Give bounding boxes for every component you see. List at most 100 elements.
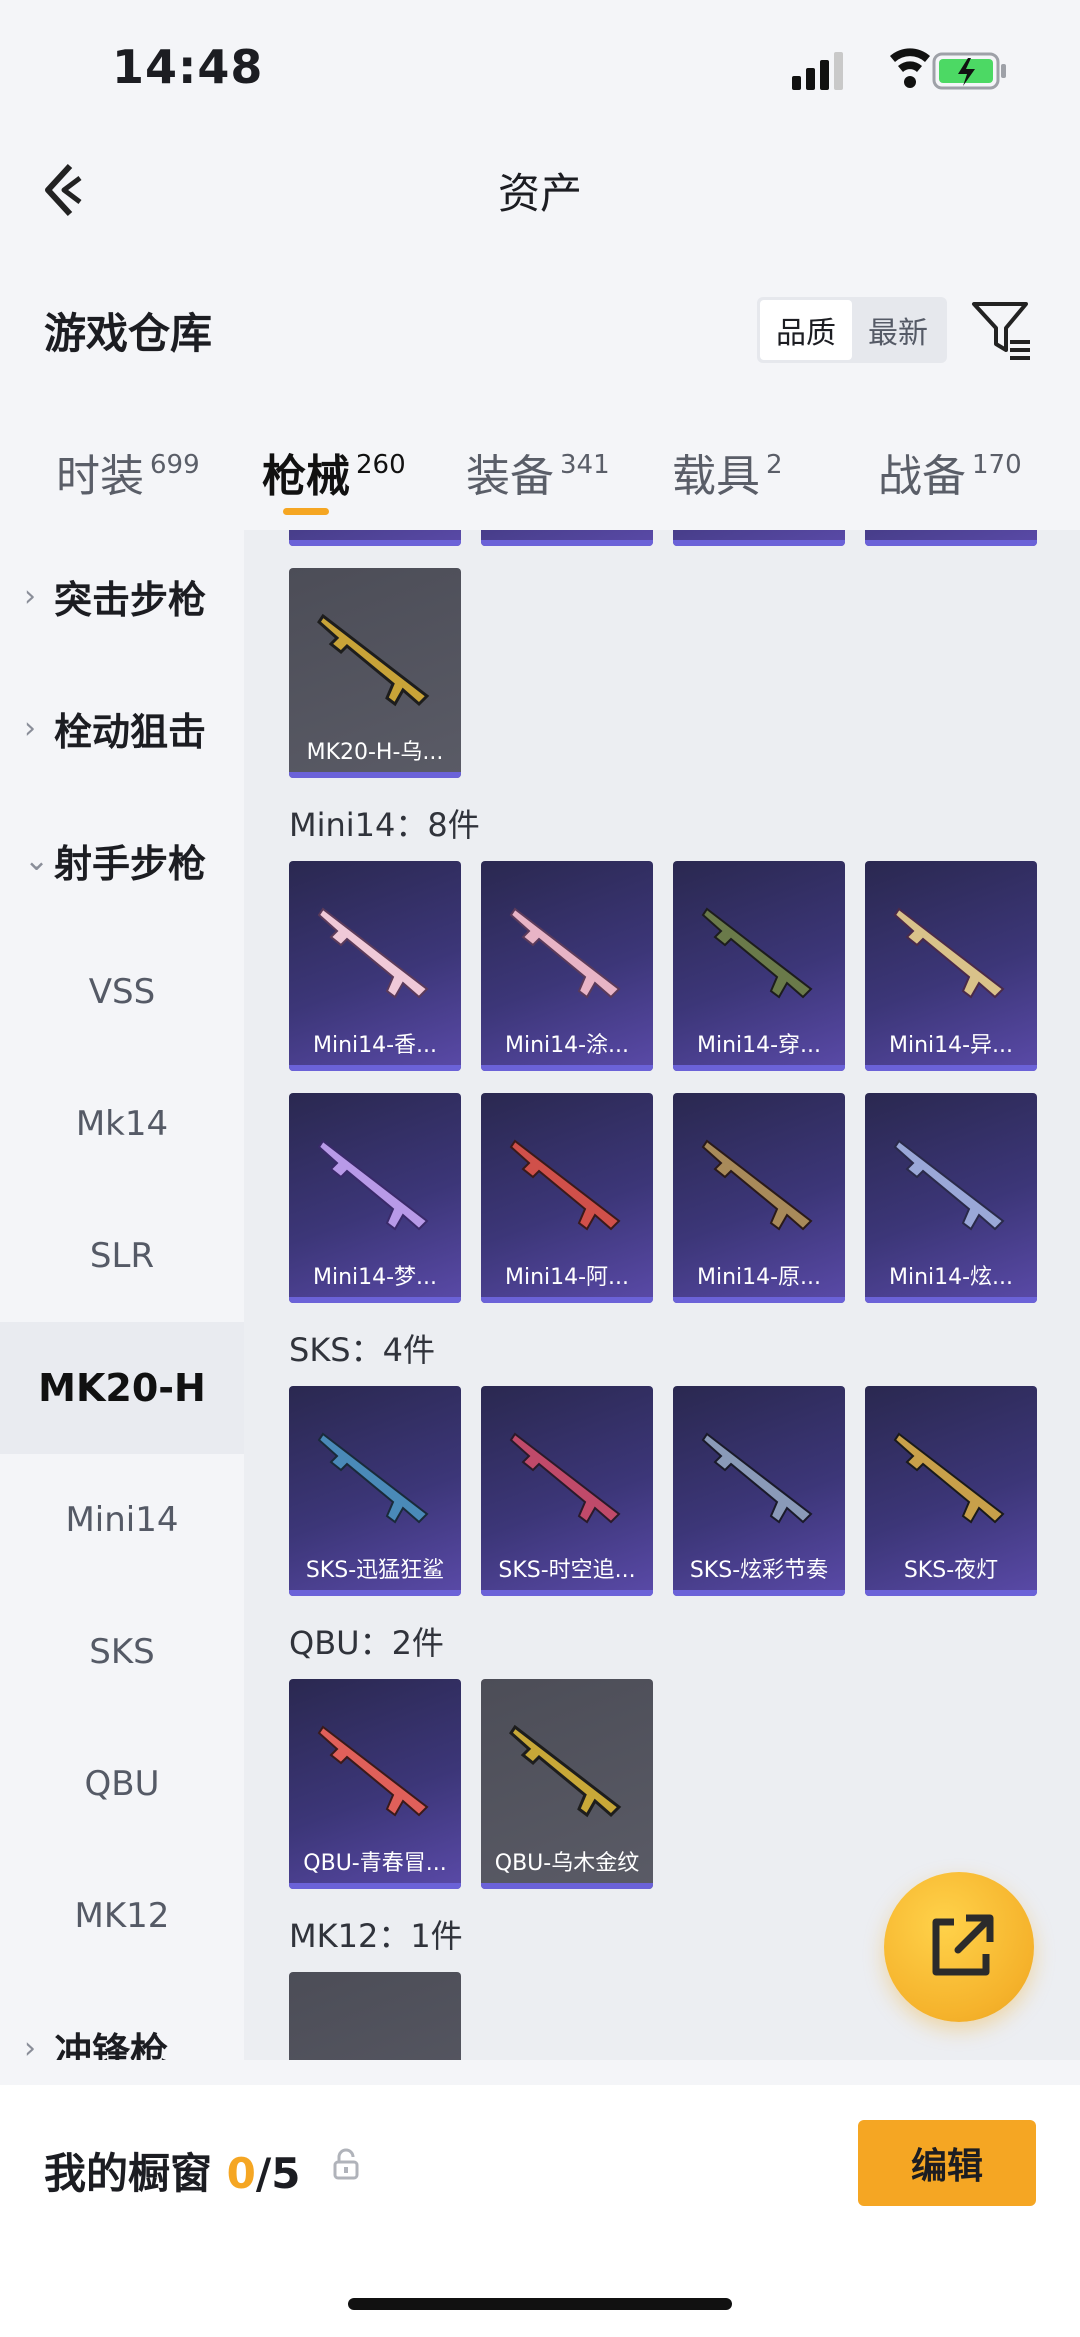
sidebar-category-assault-rifle[interactable]: › 突击步枪 xyxy=(0,530,244,662)
tab-count: 2 xyxy=(766,450,783,480)
weapon-card[interactable]: Mini14-梦... xyxy=(289,1093,461,1303)
sidebar-item-mk14[interactable]: Mk14 xyxy=(0,1058,244,1190)
group-label-qbu: QBU：2件 xyxy=(289,1624,444,1662)
weapon-card[interactable]: Mini14-香... xyxy=(289,861,461,1071)
tab-label: 装备 xyxy=(466,451,554,502)
tab-supplies[interactable]: 战备 170 xyxy=(878,440,1022,504)
weapon-card[interactable]: QBU-乌木金纹 xyxy=(481,1679,653,1889)
weapon-name: QBU-乌木金纹 xyxy=(494,1851,640,1876)
weapon-name: Mini14-原... xyxy=(696,1265,822,1290)
weapon-card-partial[interactable] xyxy=(673,530,845,546)
nav-title: 资产 xyxy=(497,169,582,218)
sort-toggle[interactable]: 品质 最新 xyxy=(757,297,947,363)
sidebar-item-qbu[interactable]: QBU xyxy=(0,1718,244,1850)
rifle-icon xyxy=(317,1139,429,1231)
rifle-icon xyxy=(893,907,1005,999)
wifi-icon xyxy=(890,48,930,88)
filter-icon xyxy=(972,302,1030,360)
rifle-icon xyxy=(893,1432,1005,1524)
sidebar-category-marksman-rifle[interactable]: ⌄ 射手步枪 xyxy=(0,794,244,926)
sidebar-item-mk20h[interactable]: MK20-H xyxy=(0,1322,244,1454)
weapon-name: SKS-时空追... xyxy=(498,1558,636,1583)
weapon-name: Mini14-梦... xyxy=(312,1265,438,1290)
group-label-sks: SKS：4件 xyxy=(289,1331,435,1369)
tab-count: 170 xyxy=(972,450,1022,480)
group-label-mk12: MK12：1件 xyxy=(289,1917,463,1955)
weapon-grid[interactable]: MK20-H-乌... Mini14：8件 Mini14-香... Mini14… xyxy=(244,530,1080,2060)
tab-vehicles[interactable]: 载具 2 xyxy=(672,440,783,504)
weapon-name: Mini14-异... xyxy=(888,1033,1014,1058)
weapon-card-partial[interactable] xyxy=(865,530,1037,546)
weapon-card[interactable]: Mini14-异... xyxy=(865,861,1037,1071)
weapon-name: Mini14-穿... xyxy=(696,1033,822,1058)
weapon-name: SKS-夜灯 xyxy=(903,1558,999,1583)
sidebar-category-smg[interactable]: › 冲锋枪 xyxy=(0,1982,244,2061)
weapon-card[interactable]: SKS-夜灯 xyxy=(865,1386,1037,1596)
chevron-right-icon: › xyxy=(24,710,36,746)
chevron-right-icon: › xyxy=(24,578,36,614)
sidebar-item-mk12[interactable]: MK12 xyxy=(0,1850,244,1982)
active-tab-indicator xyxy=(283,508,329,515)
weapon-card[interactable]: QBU-青春冒... xyxy=(289,1679,461,1889)
rifle-icon xyxy=(317,613,430,707)
rifle-icon xyxy=(509,1432,621,1524)
weapon-card[interactable]: MK20-H-乌... xyxy=(289,568,461,778)
status-icons xyxy=(782,48,1012,92)
weapon-card[interactable] xyxy=(289,1972,461,2060)
tab-count: 260 xyxy=(356,450,406,480)
weapon-card[interactable]: Mini14-穿... xyxy=(673,861,845,1071)
tab-count: 341 xyxy=(560,450,610,480)
sort-option-newest[interactable]: 最新 xyxy=(852,300,944,360)
sidebar-category-label: 冲锋枪 xyxy=(54,2029,169,2061)
weapon-name: Mini14-香... xyxy=(312,1033,438,1058)
tab-label: 枪械 xyxy=(262,451,350,502)
share-button[interactable] xyxy=(884,1872,1034,2022)
sidebar-item-sks[interactable]: SKS xyxy=(0,1586,244,1718)
tab-label: 战备 xyxy=(878,451,966,502)
weapon-card[interactable]: Mini14-涂... xyxy=(481,861,653,1071)
weapon-name: SKS-炫彩节奏 xyxy=(689,1558,829,1583)
showcase-count: 0 xyxy=(226,2149,256,2198)
weapon-card-partial[interactable] xyxy=(289,530,461,546)
rifle-icon xyxy=(701,1432,813,1524)
tab-fashion[interactable]: 时装 699 xyxy=(56,440,200,504)
weapon-card[interactable]: Mini14-阿... xyxy=(481,1093,653,1303)
weapon-name: MK20-H-乌... xyxy=(306,740,444,765)
sidebar-item-mini14[interactable]: Mini14 xyxy=(0,1454,244,1586)
sidebar-item-slr[interactable]: SLR xyxy=(0,1190,244,1322)
sidebar-category-label: 栓动狙击 xyxy=(54,709,207,754)
lock-icon xyxy=(332,2148,360,2180)
tab-equipment[interactable]: 装备 341 xyxy=(466,440,610,504)
weapon-name: Mini14-阿... xyxy=(504,1265,630,1290)
sidebar-item-vss[interactable]: VSS xyxy=(0,926,244,1058)
weapon-name: Mini14-涂... xyxy=(504,1033,630,1058)
sort-option-quality[interactable]: 品质 xyxy=(760,300,852,360)
weapon-card[interactable]: SKS-迅猛狂鲨 xyxy=(289,1386,461,1596)
weapon-card[interactable]: SKS-炫彩节奏 xyxy=(673,1386,845,1596)
rifle-icon xyxy=(317,907,429,999)
weapon-card[interactable]: Mini14-原... xyxy=(673,1093,845,1303)
rifle-icon xyxy=(701,1139,813,1231)
weapon-category-sidebar[interactable]: › 突击步枪 › 栓动狙击 ⌄ 射手步枪 VSS Mk14 SLR MK20-H… xyxy=(0,530,244,2060)
rifle-icon xyxy=(509,907,621,999)
showcase-label: 我的橱窗 0/5 xyxy=(44,2140,300,2201)
weapon-card-partial[interactable] xyxy=(481,530,653,546)
tab-label: 时装 xyxy=(56,451,144,502)
sidebar-category-bolt-sniper[interactable]: › 栓动狙击 xyxy=(0,662,244,794)
weapon-card[interactable]: Mini14-炫... xyxy=(865,1093,1037,1303)
showcase-total: /5 xyxy=(255,2149,301,2198)
filter-button[interactable] xyxy=(970,298,1034,362)
tab-firearms[interactable]: 枪械 260 xyxy=(262,440,406,504)
chevron-right-icon: › xyxy=(24,2030,36,2061)
rifle-icon xyxy=(317,1725,429,1817)
edit-button[interactable]: 编辑 xyxy=(858,2120,1036,2206)
rifle-icon xyxy=(509,1139,621,1231)
share-icon xyxy=(932,1914,994,1976)
rifle-icon xyxy=(701,907,813,999)
weapon-name: Mini14-炫... xyxy=(888,1265,1014,1290)
weapon-name: SKS-迅猛狂鲨 xyxy=(305,1558,445,1583)
sidebar-category-label: 突击步枪 xyxy=(54,577,207,622)
rifle-icon xyxy=(317,1432,429,1524)
weapon-card[interactable]: SKS-时空追... xyxy=(481,1386,653,1596)
battery-icon xyxy=(932,52,1006,90)
